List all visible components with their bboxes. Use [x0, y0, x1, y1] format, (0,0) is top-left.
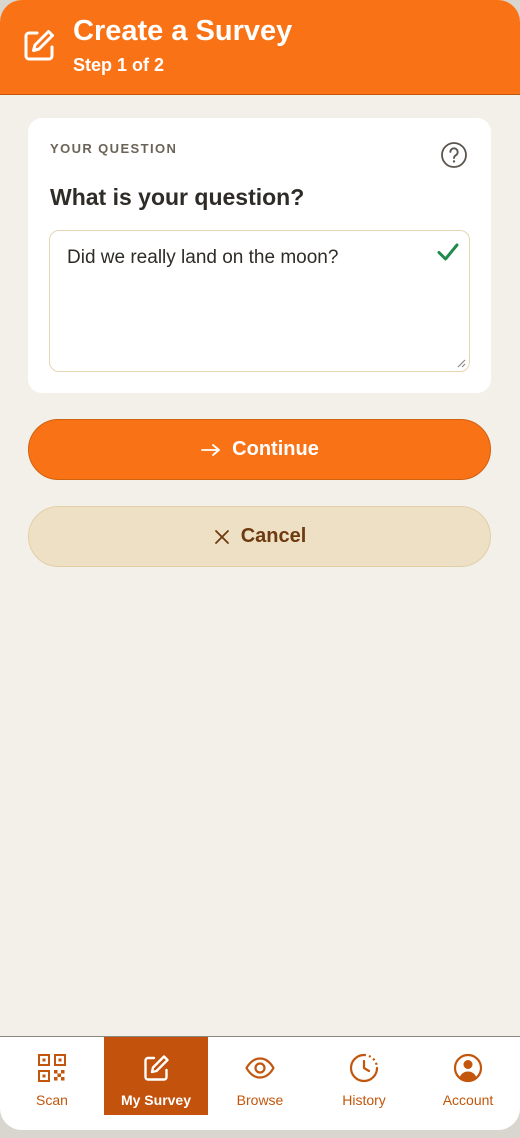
- nav-label-browse: Browse: [236, 1092, 284, 1108]
- history-clock-icon: [349, 1053, 379, 1083]
- cancel-label: Cancel: [240, 525, 307, 547]
- continue-label: Continue: [232, 438, 319, 460]
- section-label: YOUR QUESTION: [50, 141, 178, 156]
- checkmark-icon: [437, 243, 459, 261]
- nav-item-history[interactable]: History: [312, 1037, 416, 1115]
- continue-button[interactable]: Continue: [28, 419, 491, 480]
- question-textarea[interactable]: Did we really land on the moon?: [49, 230, 470, 372]
- nav-item-account[interactable]: Account: [416, 1037, 520, 1115]
- qr-code-icon: [38, 1054, 66, 1082]
- step-indicator: Step 1 of 2: [73, 55, 165, 75]
- cancel-button[interactable]: Cancel: [28, 506, 491, 567]
- eye-icon: [245, 1057, 275, 1079]
- nav-label-account: Account: [442, 1092, 494, 1108]
- question-card: YOUR QUESTION What is your question? Did…: [28, 118, 491, 393]
- nav-item-my-survey[interactable]: My Survey: [104, 1037, 208, 1115]
- nav-label-history: History: [342, 1092, 386, 1108]
- nav-item-scan[interactable]: Scan: [0, 1037, 104, 1115]
- page-title: Create a Survey: [73, 15, 293, 47]
- question-prompt: What is your question?: [50, 184, 305, 210]
- help-circle-icon[interactable]: [440, 141, 468, 169]
- user-circle-icon: [453, 1053, 483, 1083]
- app-header: Create a Survey Step 1 of 2: [0, 0, 520, 95]
- resize-handle-icon[interactable]: [457, 359, 466, 368]
- nav-label-my-survey: My Survey: [120, 1092, 192, 1108]
- arrow-right-icon: [201, 443, 221, 456]
- app-screen: Create a Survey Step 1 of 2 YOUR QUESTIO…: [0, 0, 520, 1130]
- nav-item-browse[interactable]: Browse: [208, 1037, 312, 1115]
- edit-icon: [144, 1055, 169, 1081]
- edit-icon: [24, 30, 54, 61]
- nav-label-scan: Scan: [36, 1092, 68, 1108]
- close-icon: [214, 529, 229, 544]
- question-input-value[interactable]: Did we really land on the moon?: [67, 247, 338, 269]
- bottom-navigation: Scan My Survey Browse History Account: [0, 1036, 520, 1130]
